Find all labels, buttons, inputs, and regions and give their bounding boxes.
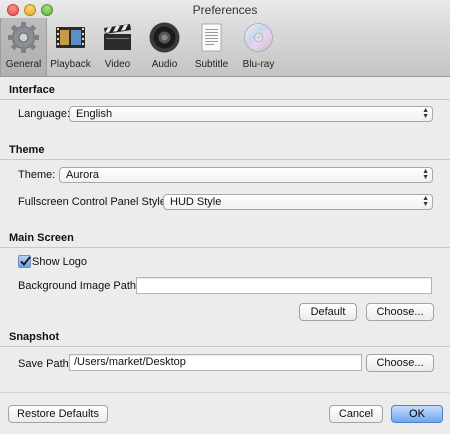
fullscreen-style-select[interactable]: HUD Style ▲ ▼ [163, 194, 433, 210]
preferences-toolbar: General Playback Video Audio Subtitle Bl… [0, 18, 282, 76]
ok-button[interactable]: OK [391, 405, 443, 423]
main-screen-heading: Main Screen [9, 232, 74, 244]
language-select[interactable]: English ▲ ▼ [69, 106, 433, 122]
snapshot-heading: Snapshot [9, 331, 60, 343]
fullscreen-style-label: Fullscreen Control Panel Style: [18, 196, 170, 208]
clapperboard-icon [104, 24, 131, 50]
theme-separator [0, 159, 450, 160]
language-label: Language: [18, 108, 70, 120]
tab-general[interactable]: General [0, 18, 47, 76]
show-logo-label: Show Logo [32, 256, 88, 268]
snapshot-separator [0, 346, 450, 347]
document-icon [201, 23, 222, 52]
tab-audio[interactable]: Audio [141, 18, 188, 76]
speaker-icon [149, 22, 180, 53]
theme-heading: Theme [9, 144, 45, 156]
fullscreen-style-select-value: HUD Style [170, 196, 222, 208]
default-button[interactable]: Default [299, 303, 357, 321]
choose-background-button[interactable]: Choose... [366, 303, 434, 321]
interface-heading: Interface [9, 84, 55, 96]
film-strip-icon [56, 27, 85, 48]
tab-playback-label: Playback [50, 59, 91, 70]
chevron-updown-icon: ▲ ▼ [422, 107, 429, 120]
background-image-path-label: Background Image Path: [18, 280, 140, 292]
tab-video[interactable]: Video [94, 18, 141, 76]
theme-label: Theme: [18, 169, 56, 181]
title-toolbar: Preferences General Playback Video Audio… [0, 0, 450, 77]
disc-icon [244, 23, 273, 52]
show-logo-checkbox[interactable] [18, 255, 31, 268]
preferences-window: Preferences General Playback Video Audio… [0, 0, 450, 434]
chevron-updown-icon: ▲ ▼ [422, 168, 429, 181]
tab-playback[interactable]: Playback [47, 18, 94, 76]
tab-bluray-label: Blu-ray [242, 59, 275, 70]
tab-audio-label: Audio [151, 59, 178, 70]
tab-subtitle-label: Subtitle [194, 59, 229, 70]
chevron-updown-icon: ▲ ▼ [422, 195, 429, 208]
language-select-value: English [76, 108, 113, 120]
save-path-label: Save Path: [18, 358, 72, 370]
footer-separator [0, 392, 450, 393]
main-screen-separator [0, 247, 450, 248]
save-path-field[interactable]: /Users/market/Desktop [69, 354, 362, 371]
theme-select[interactable]: Aurora ▲ ▼ [59, 167, 433, 183]
tab-general-label: General [5, 59, 42, 70]
cancel-button[interactable]: Cancel [329, 405, 383, 423]
window-title: Preferences [192, 3, 258, 17]
interface-separator [0, 99, 450, 100]
theme-select-value: Aurora [66, 169, 100, 181]
tab-bluray[interactable]: Blu-ray [235, 18, 282, 76]
tab-subtitle[interactable]: Subtitle [188, 18, 235, 76]
tab-video-label: Video [104, 59, 131, 70]
background-image-path-field[interactable] [136, 277, 432, 294]
choose-save-path-button[interactable]: Choose... [366, 354, 434, 372]
gear-icon [8, 22, 39, 53]
restore-defaults-button[interactable]: Restore Defaults [8, 405, 108, 423]
checkmark-icon [20, 256, 31, 266]
